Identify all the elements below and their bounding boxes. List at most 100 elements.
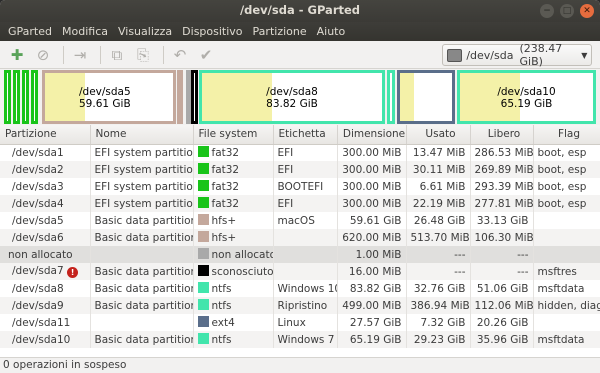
cell-free: 33.13 GiB — [470, 212, 534, 229]
cell-label-text: EFI — [277, 163, 294, 176]
menu-visualizza[interactable]: Visualizza — [114, 25, 178, 38]
cell-filesystem: fat32 — [193, 178, 274, 195]
col-etichetta[interactable]: Etichetta — [273, 125, 338, 145]
copy-icon[interactable]: ⧉ — [106, 44, 128, 66]
cell-filesystem-text: fat32 — [211, 181, 240, 193]
cell-used-text: 29.23 GiB — [413, 333, 466, 346]
close-button[interactable]: ✕ — [580, 4, 594, 18]
partition-block-sda5[interactable]: /dev/sda5 59.61 GiB — [42, 70, 176, 124]
cell-label: Ripristino — [273, 297, 338, 314]
col-usato[interactable]: Usato — [406, 125, 471, 145]
cell-free: 112.06 MiB — [470, 297, 534, 314]
col-filesystem[interactable]: File system — [193, 125, 274, 145]
partition-block-sda9[interactable] — [387, 70, 395, 124]
cell-used: 13.47 MiB — [406, 144, 471, 161]
table-row[interactable]: /dev/sda8 Basic data partition ntfs Windows… — [0, 280, 600, 297]
menu-gparted[interactable]: GParted — [4, 25, 58, 38]
minimize-button[interactable]: − — [540, 4, 554, 18]
cell-used-text: 6.61 MiB — [419, 180, 466, 193]
partition-block-sda10[interactable]: /dev/sda10 65.19 GiB — [457, 70, 596, 124]
toolbar: ✚ ⊘ ⇥ ⧉ ⎘ ↶ ✔ /dev/sda (238.47 GiB) ▼ — [0, 41, 600, 69]
cell-partition-text: non allocato — [8, 248, 73, 261]
col-nome[interactable]: Nome — [90, 125, 194, 145]
cell-flags-text: msftres — [537, 265, 577, 278]
filesystem-color-swatch — [197, 163, 209, 174]
menu-bar: GParted Modifica Visualizza Dispositivo … — [0, 22, 600, 41]
table-row[interactable]: /dev/sda11 ext4 Linux 27.57 GiB 7.32 GiB 20.2… — [0, 314, 600, 331]
cell-name: Basic data partition — [90, 280, 194, 297]
partition-block-name: /dev/sda5 — [79, 86, 131, 98]
partition-block-sda8[interactable]: /dev/sda8 83.82 GiB — [199, 70, 385, 124]
table-header: Partizione Nome File system Etichetta Di… — [0, 125, 600, 145]
cell-partition: /dev/sda1 — [0, 144, 91, 161]
partition-block-sda7[interactable] — [191, 70, 198, 124]
cell-partition: /dev/sda3 — [0, 178, 91, 195]
table-row[interactable]: /dev/sda9 Basic data partition ntfs Riprist… — [0, 297, 600, 314]
cell-size: 1.00 MiB — [337, 246, 407, 263]
filesystem-color-swatch — [197, 180, 209, 191]
menu-dispositivo[interactable]: Dispositivo — [178, 25, 248, 38]
cell-free-text: 286.53 MiB — [474, 146, 533, 159]
col-libero[interactable]: Libero — [470, 125, 534, 145]
partition-block-sda3[interactable] — [22, 70, 29, 124]
partition-block-name: /dev/sda10 — [497, 86, 556, 98]
col-partizione[interactable]: Partizione — [0, 125, 91, 145]
cell-filesystem: ntfs — [193, 331, 274, 348]
table-row[interactable]: /dev/sda7 ! Basic data partition sconosciu… — [0, 263, 600, 280]
cell-flags: boot, esp — [533, 161, 600, 178]
table-row[interactable]: /dev/sda4 EFI system partition fat32 EFI 300… — [0, 195, 600, 212]
cell-name: Basic data partition — [90, 263, 194, 280]
menu-modifica[interactable]: Modifica — [58, 25, 114, 38]
cell-partition-text: /dev/sda1 — [12, 146, 64, 159]
table-row[interactable]: /dev/sda6 Basic data partition hfs+ 620.00 … — [0, 229, 600, 246]
filesystem-color-swatch — [197, 146, 209, 158]
cell-name-text: Basic data partition — [94, 333, 193, 346]
menu-partizione[interactable]: Partizione — [249, 25, 313, 38]
table-row[interactable]: /dev/sda5 Basic data partition hfs+ macOS 59… — [0, 212, 600, 229]
cell-label: EFI — [273, 195, 338, 212]
table-row[interactable]: /dev/sda10 Basic data partition ntfs Window… — [0, 331, 600, 348]
cell-used-text: 22.19 MiB — [412, 197, 466, 210]
delete-partition-icon[interactable]: ⊘ — [32, 44, 54, 66]
cell-partition-text: /dev/sda9 — [12, 299, 64, 312]
paste-icon[interactable]: ⎘ — [132, 44, 154, 66]
cell-flags — [533, 212, 600, 229]
partition-block-sda1[interactable] — [4, 70, 11, 124]
cell-size-text: 499.00 MiB — [342, 299, 402, 312]
filesystem-color-swatch — [197, 333, 209, 344]
cell-size-text: 620.00 MiB — [342, 231, 402, 244]
cell-size-text: 1.00 MiB — [355, 248, 402, 261]
cell-filesystem: hfs+ — [193, 212, 274, 229]
cell-size-text: 300.00 MiB — [342, 146, 402, 159]
col-dimensione[interactable]: Dimensione — [337, 125, 407, 145]
cell-name-text: Basic data partition — [94, 214, 193, 227]
partition-block-sda4[interactable] — [31, 70, 38, 124]
cell-label-text: EFI — [277, 146, 294, 159]
cell-free-text: 106.30 MiB — [474, 231, 533, 244]
table-row[interactable]: non allocato non allocato 1.00 MiB --- --- — [0, 246, 600, 263]
cell-partition-text: /dev/sda4 — [12, 197, 64, 210]
undo-icon[interactable]: ↶ — [169, 44, 191, 66]
apply-icon[interactable]: ✔ — [195, 44, 217, 66]
partition-map: /dev/sda5 59.61 GiB /dev/sda8 83.82 GiB … — [4, 70, 596, 124]
menu-aiuto[interactable]: Aiuto — [313, 25, 352, 38]
cell-free-text: 112.06 MiB — [474, 299, 533, 312]
table-row[interactable]: /dev/sda2 EFI system partition fat32 EFI 300… — [0, 161, 600, 178]
cell-name-text: EFI system partition — [94, 197, 193, 210]
cell-size: 65.19 GiB — [337, 331, 407, 348]
partition-block-sda2[interactable] — [13, 70, 20, 124]
table-row[interactable]: /dev/sda3 EFI system partition fat32 BOOTEF… — [0, 178, 600, 195]
cell-used: 22.19 MiB — [406, 195, 471, 212]
cell-label: EFI — [273, 161, 338, 178]
resize-move-icon[interactable]: ⇥ — [69, 44, 91, 66]
partition-block-sda11[interactable] — [397, 70, 455, 124]
cell-partition: /dev/sda10 — [0, 331, 91, 348]
new-partition-icon[interactable]: ✚ — [6, 44, 28, 66]
cell-flags: hidden, diag — [533, 297, 600, 314]
partition-block-sda6[interactable] — [177, 70, 183, 124]
cell-used: 30.11 MiB — [406, 161, 471, 178]
col-flag[interactable]: Flag — [533, 125, 600, 145]
table-row[interactable]: /dev/sda1 EFI system partition fat32 EFI 300… — [0, 144, 600, 161]
device-selector[interactable]: /dev/sda (238.47 GiB) ▼ — [442, 42, 592, 68]
maximize-button[interactable]: □ — [560, 4, 574, 18]
